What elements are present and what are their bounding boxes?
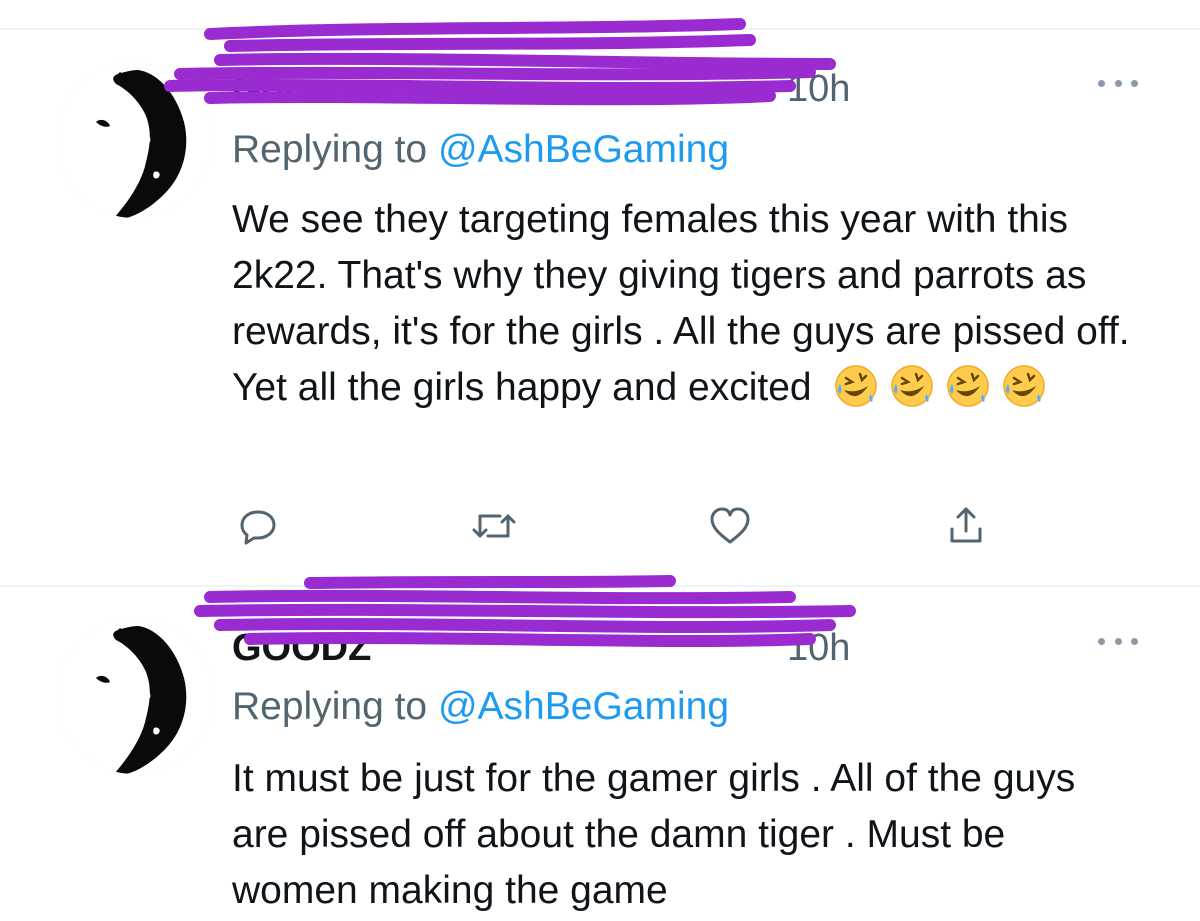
retweet-icon[interactable] xyxy=(468,500,520,552)
replying-to: Replying to @AshBeGaming xyxy=(232,128,729,172)
tweet-body: It must be just for the gamer girls . Al… xyxy=(232,757,1076,912)
replying-to-prefix: Replying to xyxy=(232,128,438,171)
tweet-text: We see they targeting females this year … xyxy=(232,192,1132,416)
more-options-icon[interactable] xyxy=(1098,73,1138,93)
more-options-icon[interactable] xyxy=(1098,631,1138,651)
rolling-on-floor-laughing-emoji xyxy=(835,365,878,407)
rolling-on-floor-laughing-emoji xyxy=(1003,365,1046,407)
avatar[interactable] xyxy=(56,62,212,218)
tweet-header: GOODZ 10h xyxy=(232,627,892,670)
tweet-body: We see they targeting females this year … xyxy=(232,198,1130,409)
display-name[interactable]: GOODZ xyxy=(232,627,371,670)
tweet[interactable]: GOODZ 10h Replying to @AshBeGaming It mu… xyxy=(0,575,1200,921)
tweet-text: It must be just for the gamer girls . Al… xyxy=(232,751,1132,919)
tweet-actions xyxy=(232,500,1012,550)
reply-icon[interactable] xyxy=(232,500,284,552)
like-icon[interactable] xyxy=(704,500,756,552)
display-name[interactable]: Goo xyxy=(232,68,308,111)
tweet[interactable]: Goo 10h Replying to @AshBeGaming We see … xyxy=(0,0,1200,580)
share-icon[interactable] xyxy=(940,500,992,552)
rolling-on-floor-laughing-emoji xyxy=(891,365,934,407)
timestamp[interactable]: 10h xyxy=(787,627,850,670)
rolling-on-floor-laughing-emoji xyxy=(947,365,990,407)
mention-link[interactable]: @AshBeGaming xyxy=(438,685,729,728)
tweet-header: Goo 10h xyxy=(232,68,872,111)
replying-to: Replying to @AshBeGaming xyxy=(232,685,729,729)
replying-to-prefix: Replying to xyxy=(232,685,438,728)
mention-link[interactable]: @AshBeGaming xyxy=(438,128,729,171)
avatar[interactable] xyxy=(56,618,212,774)
timestamp[interactable]: 10h xyxy=(787,68,850,111)
